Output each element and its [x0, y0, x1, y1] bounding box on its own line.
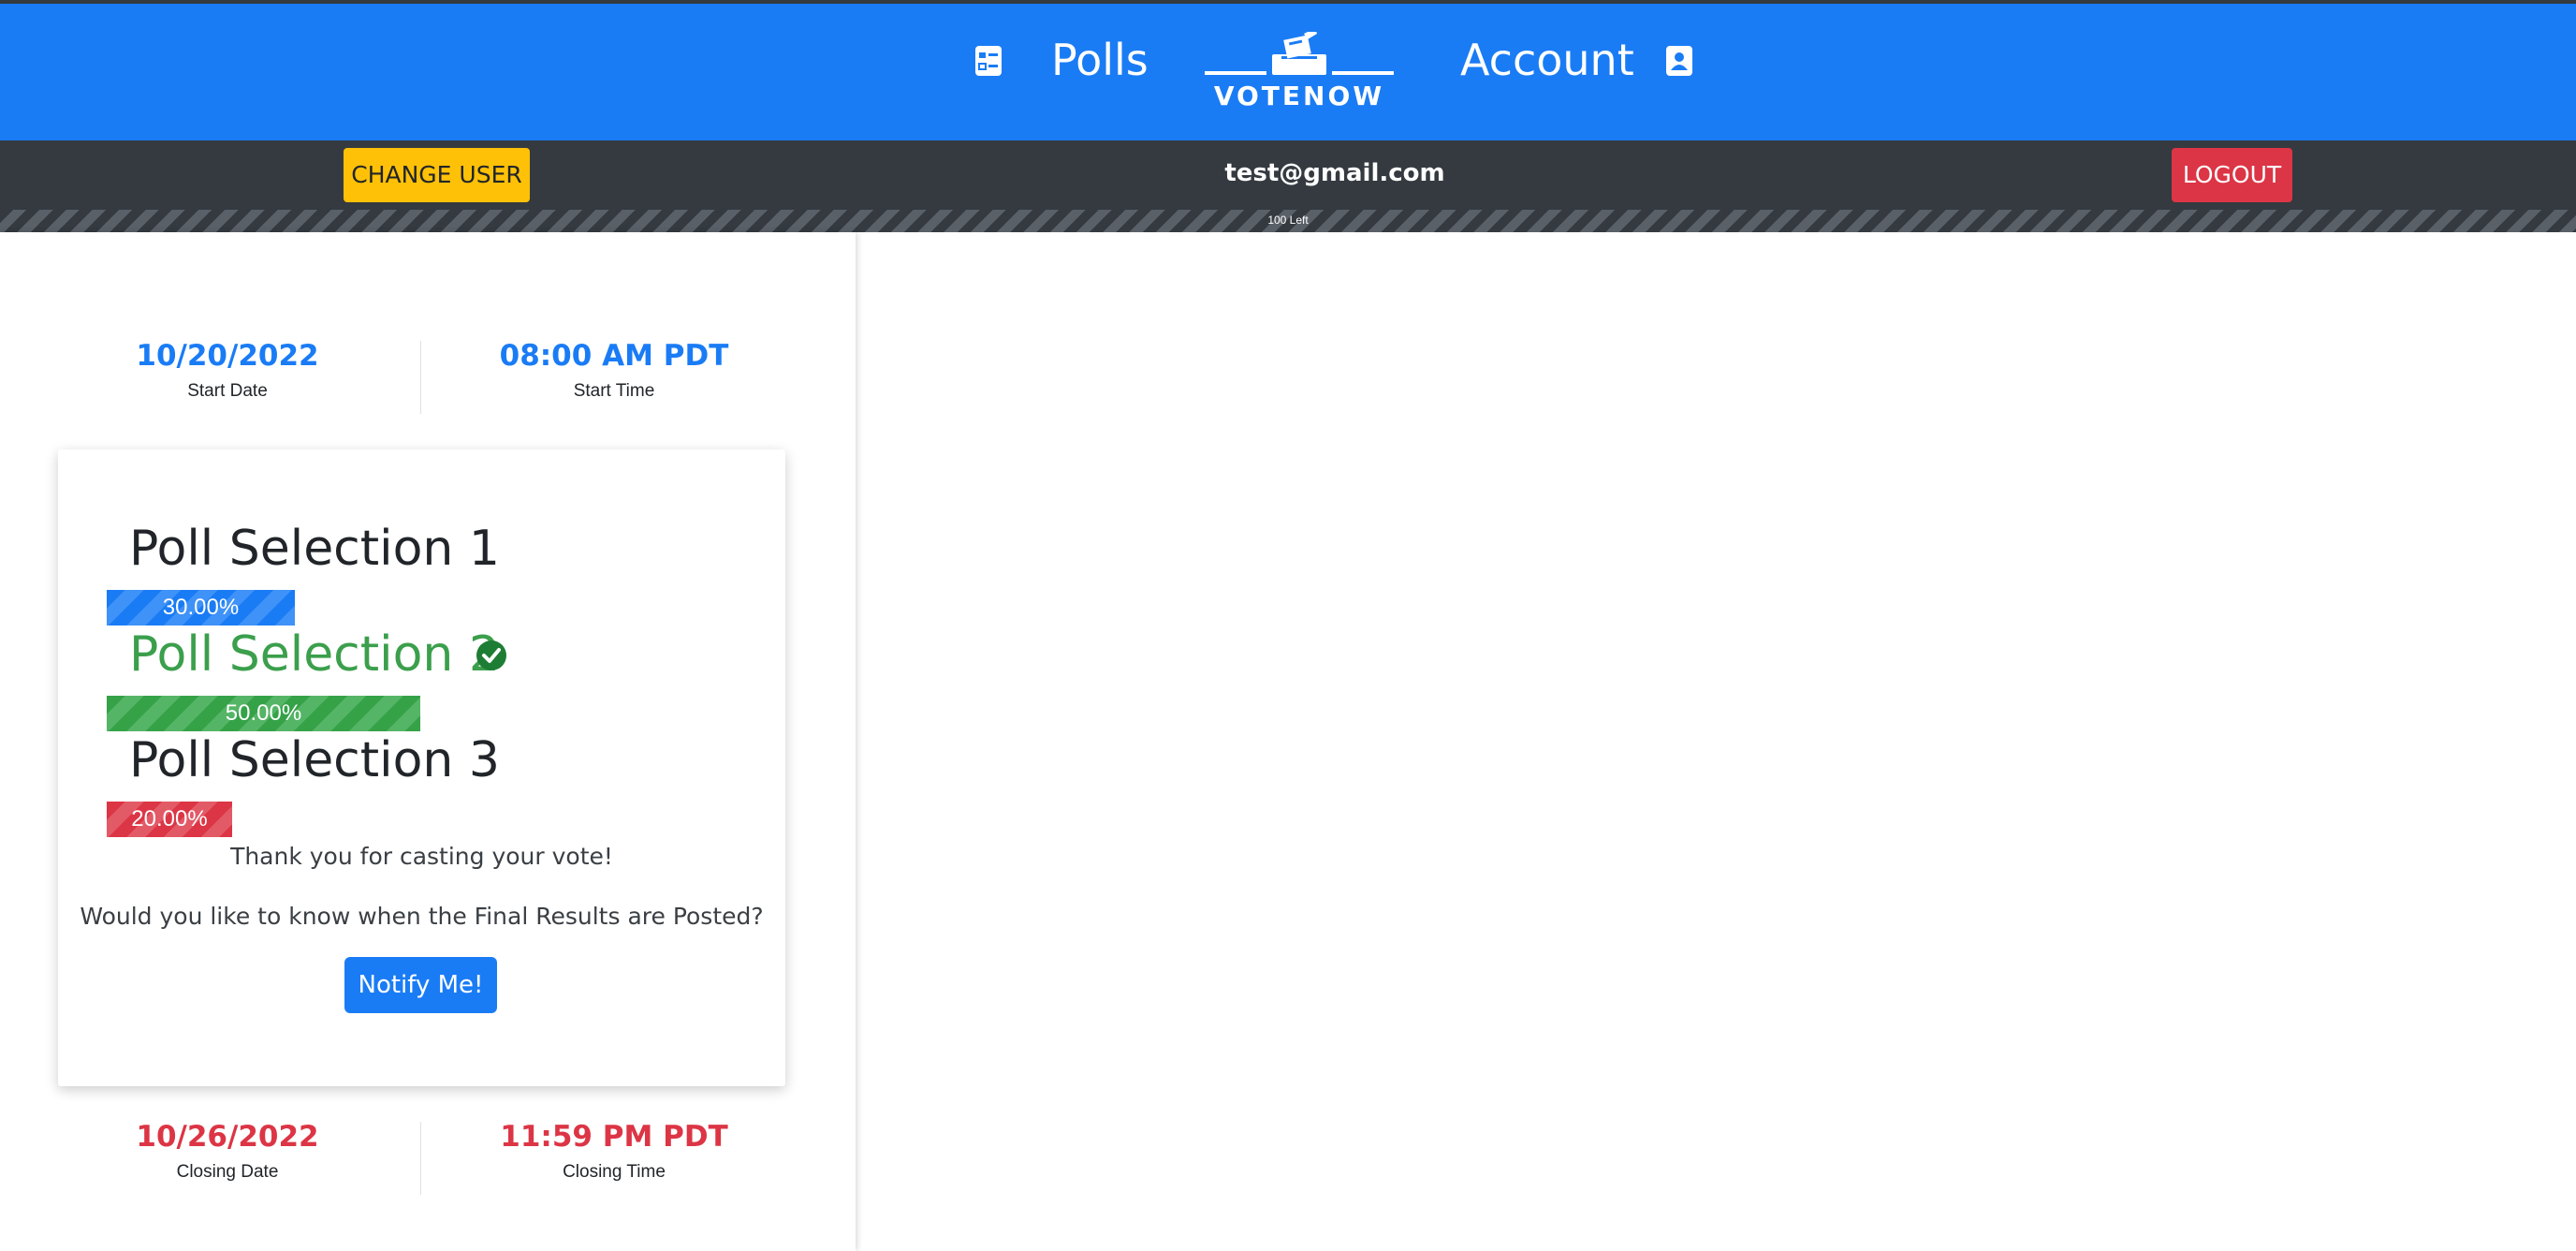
divider [420, 1122, 421, 1195]
votes-remaining-progress: 100 Left [0, 210, 2576, 232]
account-icon[interactable] [1665, 45, 1693, 77]
user-bar: CHANGE USER test@gmail.com LOGOUT [0, 140, 2576, 210]
votenow-logo[interactable]: VOTENOW [1203, 28, 1396, 118]
poll-selection-1-title: Poll Selection 1 [129, 521, 500, 577]
closing-time: 11:59 PM PDT [500, 1120, 728, 1154]
poll-results-card: Poll Selection 1 30.00% Poll Selection 2… [58, 449, 785, 1086]
nav-polls-link[interactable]: Polls [1051, 32, 1149, 88]
poll-selection-3-percent: 20.00% [131, 806, 208, 832]
closing-date-label: Closing Date [176, 1162, 279, 1182]
check-circle-icon [476, 640, 507, 671]
poll-selection-2-percent: 50.00% [225, 700, 302, 726]
start-time: 08:00 AM PDT [499, 339, 729, 373]
start-date: 10/20/2022 [136, 339, 319, 373]
start-time-label: Start Time [573, 381, 655, 401]
closing-time-label: Closing Time [563, 1162, 666, 1182]
poll-selection-1-percent: 30.00% [162, 595, 240, 620]
closing-date-block: 10/26/2022 Closing Date [58, 1118, 397, 1185]
notify-question: Would you like to know when the Final Re… [80, 903, 764, 930]
poll-selection-2-title: Poll Selection 2 [129, 626, 500, 683]
logout-button[interactable]: LOGOUT [2172, 148, 2292, 202]
notify-me-button[interactable]: Notify Me! [344, 957, 497, 1013]
poll-selection-1-bar: 30.00% [107, 590, 295, 626]
change-user-button[interactable]: CHANGE USER [344, 148, 530, 202]
votes-remaining-label: 100 Left [1267, 213, 1309, 227]
start-date-block: 10/20/2022 Start Date [58, 337, 397, 405]
ballot-box-logo [1205, 28, 1394, 75]
nav-account-link[interactable]: Account [1460, 32, 1634, 88]
start-date-label: Start Date [187, 381, 268, 401]
logo-text: VOTENOW [1213, 81, 1385, 111]
closing-time-block: 11:59 PM PDT Closing Time [446, 1118, 783, 1185]
start-time-block: 08:00 AM PDT Start Time [446, 337, 783, 405]
user-email: test@gmail.com [1224, 159, 1445, 187]
navbar: Polls VOTENOW Account [0, 4, 2576, 140]
poll-selection-2-bar: 50.00% [107, 696, 420, 731]
list-icon[interactable] [974, 45, 1003, 77]
closing-date: 10/26/2022 [136, 1120, 319, 1154]
divider [420, 341, 421, 414]
thank-you-message: Thank you for casting your vote! [230, 843, 613, 870]
poll-selection-3-bar: 20.00% [107, 802, 232, 837]
poll-selection-3-title: Poll Selection 3 [129, 732, 500, 788]
